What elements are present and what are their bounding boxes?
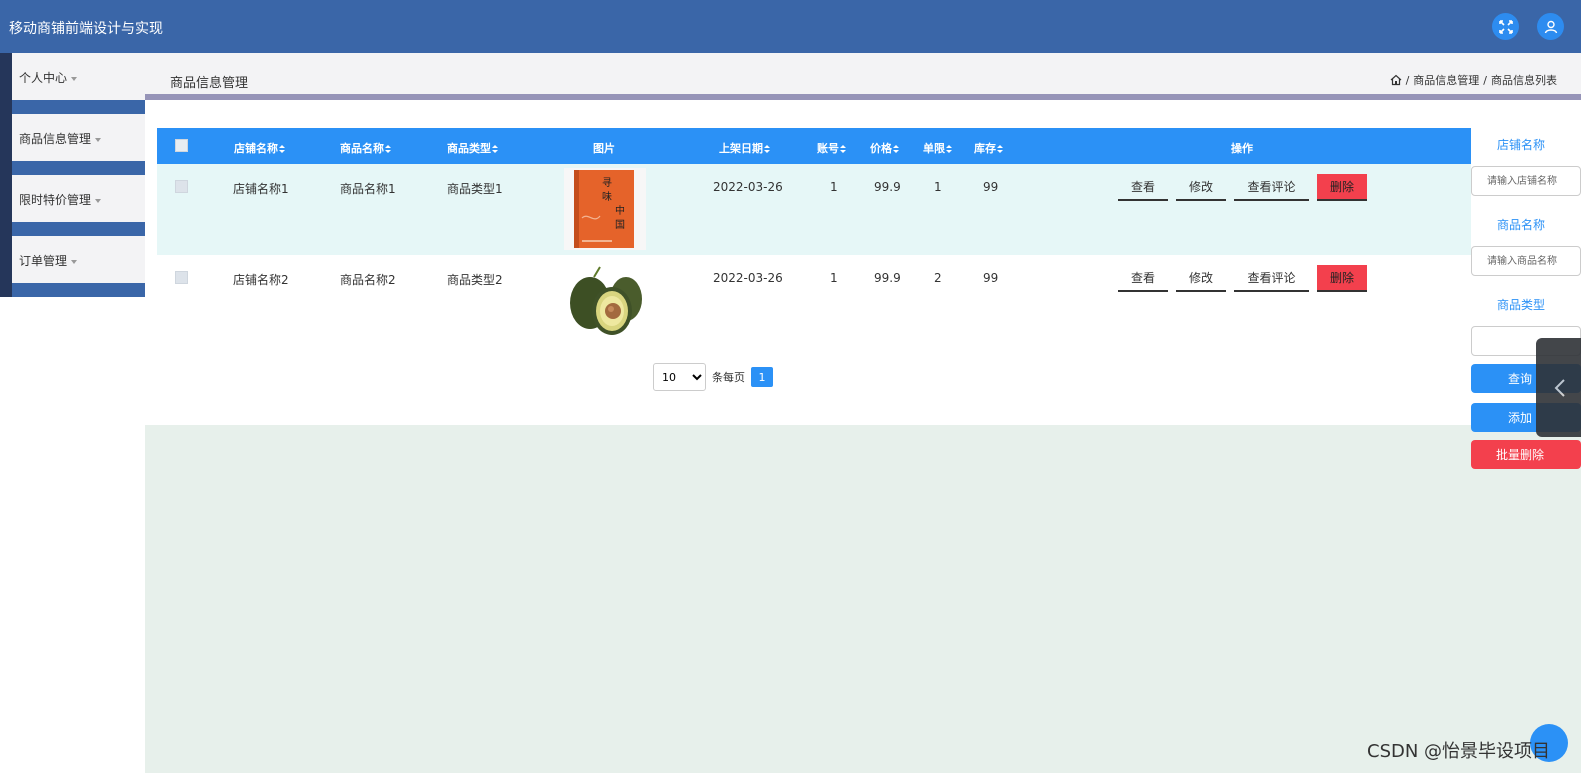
sidebar-item-order-management[interactable]: 订单管理: [0, 236, 145, 283]
filter-label-shop: 店铺名称: [1496, 138, 1545, 152]
table-row: 店铺名称2 商品名称2 商品类型2 2022-03-26 1 99.9 2 99…: [157, 255, 1471, 346]
cell-shop: 店铺名称2: [233, 273, 289, 287]
view-button[interactable]: 查看: [1118, 265, 1168, 292]
table-header: 店铺名称 商品名称 商品类型 图片 上架日期 账号 价格 单限 库存 操作: [157, 128, 1471, 164]
chevron-down-icon: [95, 198, 102, 203]
column-header-stock[interactable]: 库存: [974, 140, 1003, 156]
edit-button[interactable]: 修改: [1176, 265, 1226, 292]
sort-icon[interactable]: [997, 144, 1003, 154]
home-icon[interactable]: [1390, 74, 1402, 86]
app-title: 移动商铺前端设计与实现: [9, 21, 163, 37]
breadcrumb-separator: /: [1483, 73, 1487, 87]
breadcrumb-item-product-list: 商品信息列表: [1491, 74, 1557, 87]
svg-text:中: 中: [615, 204, 625, 217]
sort-icon[interactable]: [840, 144, 846, 154]
breadcrumb-separator: /: [1405, 73, 1410, 87]
sort-icon[interactable]: [279, 144, 285, 154]
side-drawer-toggle[interactable]: [1536, 338, 1581, 437]
cell-date: 2022-03-26: [713, 180, 783, 194]
cell-limit: 2: [934, 271, 942, 285]
svg-text:味: 味: [602, 191, 612, 203]
filter-label-name: 商品名称: [1496, 218, 1545, 232]
column-header-date[interactable]: 上架日期: [719, 140, 770, 156]
product-name-input[interactable]: [1471, 246, 1581, 276]
sort-icon[interactable]: [893, 144, 899, 154]
cell-limit: 1: [934, 180, 942, 194]
delete-button[interactable]: 删除: [1317, 265, 1367, 292]
per-page-label: 条每页: [712, 371, 745, 384]
delete-button[interactable]: 删除: [1317, 174, 1367, 201]
sidebar-item-label: 订单管理: [19, 254, 68, 268]
fullscreen-icon[interactable]: [1492, 13, 1519, 40]
column-header-name[interactable]: 商品名称: [340, 140, 391, 156]
product-image-book[interactable]: 寻 味 中 国: [564, 168, 646, 250]
chevron-left-icon: [1554, 379, 1565, 397]
page-title: 商品信息管理: [170, 76, 249, 91]
sidebar-divider: [0, 222, 145, 236]
sidebar-divider: [0, 283, 145, 297]
view-comments-button[interactable]: 查看评论: [1234, 265, 1309, 292]
svg-text:国: 国: [615, 219, 625, 231]
edit-button[interactable]: 修改: [1176, 174, 1226, 201]
column-header-actions: 操作: [1231, 142, 1253, 155]
cell-account: 1: [830, 180, 838, 194]
cell-type: 商品类型1: [447, 182, 503, 196]
sidebar: 个人中心 商品信息管理 限时特价管理 订单管理: [0, 53, 145, 773]
select-all-checkbox[interactable]: [175, 139, 188, 152]
cell-stock: 99: [983, 271, 999, 285]
row-checkbox[interactable]: [175, 180, 188, 193]
product-image-avocado[interactable]: [564, 259, 646, 341]
sidebar-item-label: 限时特价管理: [19, 193, 92, 207]
shop-name-input[interactable]: [1471, 166, 1581, 196]
sidebar-item-label: 商品信息管理: [19, 132, 92, 146]
sidebar-item-label: 个人中心: [19, 71, 68, 85]
page-number-button[interactable]: 1: [751, 367, 773, 387]
cell-account: 1: [830, 271, 838, 285]
top-header: 移动商铺前端设计与实现: [0, 0, 1581, 53]
filter-label-type: 商品类型: [1496, 298, 1545, 312]
sort-icon[interactable]: [764, 144, 770, 154]
table-row: 店铺名称1 商品名称1 商品类型1 寻 味 中 国 2022-03-26 1 9…: [157, 164, 1471, 255]
sidebar-item-personal-center[interactable]: 个人中心: [0, 53, 145, 100]
batch-delete-button[interactable]: 批量删除: [1471, 440, 1581, 469]
row-checkbox[interactable]: [175, 271, 188, 284]
chevron-down-icon: [95, 137, 102, 142]
cell-price: 99.9: [874, 271, 901, 285]
user-icon[interactable]: [1537, 13, 1564, 40]
sort-icon[interactable]: [385, 144, 391, 154]
sidebar-divider: [0, 161, 145, 175]
column-header-limit[interactable]: 单限: [923, 140, 952, 156]
view-button[interactable]: 查看: [1118, 174, 1168, 201]
column-header-image: 图片: [593, 142, 615, 155]
breadcrumb-bar: 商品信息管理 / 商品信息管理 / 商品信息列表: [145, 53, 1581, 100]
cell-date: 2022-03-26: [713, 271, 783, 285]
sort-icon[interactable]: [492, 144, 498, 154]
cell-name: 商品名称2: [340, 273, 396, 287]
column-header-type[interactable]: 商品类型: [447, 140, 498, 156]
cell-price: 99.9: [874, 180, 901, 194]
cell-shop: 店铺名称1: [233, 182, 289, 196]
sidebar-item-flash-sale-management[interactable]: 限时特价管理: [0, 175, 145, 222]
content-background: [145, 425, 1581, 773]
column-header-account[interactable]: 账号: [817, 140, 846, 156]
page-size-select[interactable]: 10: [653, 363, 706, 391]
view-comments-button[interactable]: 查看评论: [1234, 174, 1309, 201]
sidebar-divider: [0, 100, 145, 114]
column-header-shop[interactable]: 店铺名称: [234, 140, 285, 156]
chevron-down-icon: [71, 259, 78, 264]
watermark: CSDN @怡景毕设项目: [1367, 741, 1551, 762]
svg-text:寻: 寻: [602, 177, 612, 189]
cell-type: 商品类型2: [447, 273, 503, 287]
breadcrumb: / 商品信息管理 / 商品信息列表: [1390, 72, 1557, 88]
cell-stock: 99: [983, 180, 999, 194]
chevron-down-icon: [71, 76, 78, 81]
column-header-price[interactable]: 价格: [870, 140, 899, 156]
sidebar-item-product-management[interactable]: 商品信息管理: [0, 114, 145, 161]
pagination: 10 条每页 1: [653, 363, 773, 391]
cell-name: 商品名称1: [340, 182, 396, 196]
sort-icon[interactable]: [946, 144, 952, 154]
breadcrumb-item-product-management[interactable]: 商品信息管理: [1413, 72, 1479, 88]
